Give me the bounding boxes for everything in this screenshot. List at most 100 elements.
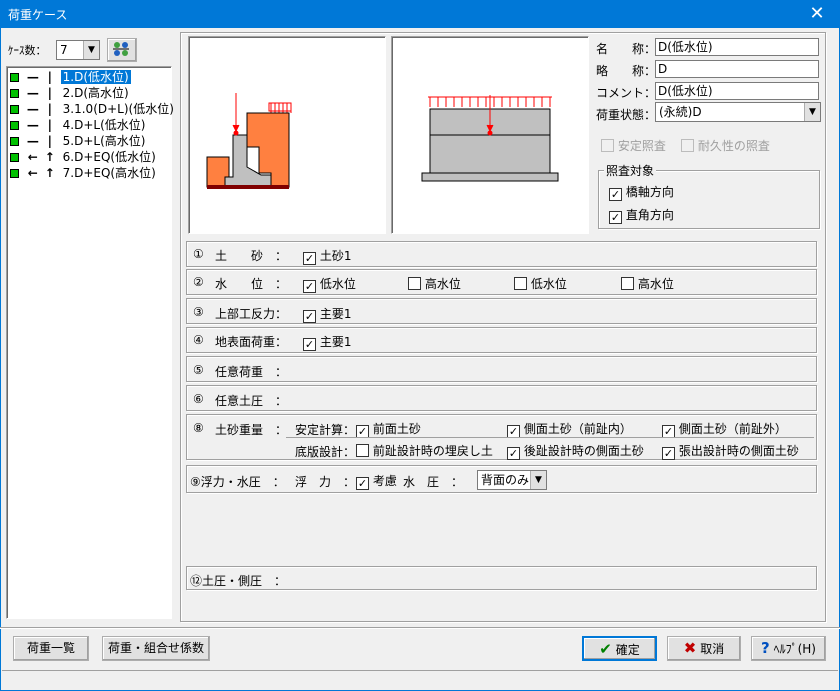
direction-icon: — [26, 70, 39, 84]
name-field[interactable]: D(低水位) [655, 38, 819, 56]
stability-check: 安定照査 [601, 137, 666, 154]
front-soil-check[interactable]: ✓ 前面土砂 [356, 420, 421, 438]
comment-field[interactable]: D(低水位) [655, 82, 819, 100]
divider [0, 627, 840, 629]
water-low2-check[interactable]: 低水位 [514, 275, 567, 292]
bridge-axis-check[interactable]: ✓ 橋軸方向 [609, 183, 674, 201]
checkbox[interactable] [621, 277, 634, 290]
water-low-check[interactable]: ✓ 低水位 [303, 275, 356, 293]
buoyancy-consider-check[interactable]: ✓ 考慮 [356, 472, 397, 490]
checkbox[interactable]: ✓ [609, 188, 622, 201]
water-high2-label: 高水位 [637, 277, 674, 291]
bridge-axis-label: 橋軸方向 [625, 185, 674, 199]
stability-label: 安定照査 [617, 139, 666, 153]
status-bar [2, 670, 838, 688]
case-list[interactable]: — | 1.D(低水位) — | 2.D(高水位) — | 3.1.0(D+L)(低水… [6, 66, 174, 619]
list-item[interactable]: — | 2.D(高水位) [10, 86, 131, 101]
confirm-label: 確定 [615, 643, 640, 657]
side-soil-outer-check[interactable]: ✓ 側面土砂（前趾外） [662, 420, 787, 438]
chevron-down-icon[interactable]: ▼ [804, 103, 820, 121]
checkbox[interactable]: ✓ [662, 447, 675, 460]
list-item[interactable]: — | 5.D+L(高水位) [10, 134, 147, 149]
list-item[interactable]: — | 4.D+L(低水位) [10, 118, 147, 133]
heel-side-soil-label: 後趾設計時の側面土砂 [523, 444, 644, 458]
case-label: 3.1.0(D+L)(低水位) [62, 102, 174, 116]
direction-icon: ← [27, 166, 38, 180]
row-number: ① [193, 247, 204, 261]
direction-icon: | [47, 86, 53, 100]
title-bar: 荷重ケース ✕ [0, 0, 840, 28]
help-label: ﾍﾙﾌﾟ(H) [773, 642, 816, 656]
case-label: 4.D+L(低水位) [62, 118, 146, 132]
backfill-check[interactable]: 前趾設計時の埋戻し土 [356, 442, 493, 459]
list-item[interactable]: — | 3.1.0(D+L)(低水位) [10, 102, 176, 117]
wall-lower [429, 134, 551, 174]
overhang-side-soil-label: 張出設計時の側面土砂 [678, 444, 799, 458]
side-soil-inner-check[interactable]: ✓ 側面土砂（前趾内） [507, 420, 632, 438]
checkbox[interactable]: ✓ [303, 338, 316, 351]
case-count-label: ｹｰｽ数： [8, 44, 47, 57]
water-low2-label: 低水位 [530, 277, 567, 291]
list-item[interactable]: — | 1.D(低水位) [10, 70, 131, 85]
checkbox[interactable] [356, 444, 369, 457]
abutment-front-view [421, 95, 559, 182]
reaction-main1-check[interactable]: ✓ 主要1 [303, 305, 351, 323]
confirm-button[interactable]: ✔ 確定 [582, 636, 657, 661]
soil-weight-label: 土砂重量 ： [215, 423, 288, 437]
load-list-button[interactable]: 荷重一覧 [13, 636, 89, 661]
soil1-label: 土砂1 [319, 249, 352, 263]
checkbox[interactable]: ✓ [356, 477, 369, 490]
perpendicular-check[interactable]: ✓ 直角方向 [609, 206, 674, 224]
reaction-arrow [232, 124, 240, 133]
list-item[interactable]: ← ↑ 6.D+EQ(低水位) [10, 150, 158, 165]
checkbox[interactable]: ✓ [303, 252, 316, 265]
checkbox[interactable] [408, 277, 421, 290]
case-count-select[interactable]: 7 ▼ [56, 40, 100, 60]
water-high-label: 高水位 [424, 277, 461, 291]
checkbox[interactable]: ✓ [609, 211, 622, 224]
slab-design-label: 底版設計： [295, 445, 356, 459]
abbr-label: 略 称： [596, 64, 657, 78]
water-pressure-label: 水 圧 ： [403, 475, 464, 489]
water-pressure-select[interactable]: 背面のみ ▼ [477, 470, 547, 490]
case-label: 5.D+L(高水位) [62, 134, 146, 148]
comment-label: コメント： [596, 86, 657, 100]
direction-icon: — [26, 86, 39, 100]
checkbox [681, 139, 694, 152]
water-label: 水 位 ： [215, 277, 288, 291]
help-button[interactable]: ? ﾍﾙﾌﾟ(H) [751, 636, 826, 661]
direction-icon: ↑ [44, 166, 55, 180]
checkbox[interactable]: ✓ [507, 447, 520, 460]
abbr-field[interactable]: D [655, 60, 819, 78]
soil1-check[interactable]: ✓ 土砂1 [303, 247, 351, 265]
heel-side-soil-check[interactable]: ✓ 後趾設計時の側面土砂 [507, 442, 644, 460]
case-settings-button[interactable] [107, 38, 137, 62]
load-state-select[interactable]: (永続)D ▼ [655, 102, 821, 122]
reaction-main1-label: 主要1 [319, 307, 352, 321]
side-soil-outer-label: 側面土砂（前趾外） [678, 422, 787, 436]
checkbox [601, 139, 614, 152]
chevron-down-icon[interactable]: ▼ [83, 41, 99, 59]
chevron-down-icon[interactable]: ▼ [530, 471, 546, 489]
abutment-side-view [206, 93, 292, 189]
help-icon: ? [761, 639, 770, 657]
water-high-check[interactable]: 高水位 [408, 275, 461, 292]
direction-icon: ↑ [44, 150, 55, 164]
checkbox[interactable]: ✓ [303, 310, 316, 323]
checkbox[interactable] [514, 277, 527, 290]
cancel-button[interactable]: ✖ 取消 [667, 636, 741, 661]
buoyancy-label: 浮 力 ： [295, 475, 356, 489]
water-high2-check[interactable]: 高水位 [621, 275, 674, 292]
close-icon[interactable]: ✕ [794, 0, 840, 28]
side-soil-inner-label: 側面土砂（前趾内） [523, 422, 632, 436]
buoyancy-consider-label: 考慮 [372, 474, 397, 488]
side-view-diagram [188, 36, 386, 234]
load-point [233, 130, 239, 136]
load-state-value: (永続)D [659, 105, 702, 119]
surface-main1-check[interactable]: ✓ 主要1 [303, 333, 351, 351]
combination-coefficient-button[interactable]: 荷重・組合せ係数 [102, 636, 210, 661]
row-number: ⑥ [193, 392, 204, 406]
overhang-side-soil-check[interactable]: ✓ 張出設計時の側面土砂 [662, 442, 799, 460]
list-item[interactable]: ← ↑ 7.D+EQ(高水位) [10, 166, 158, 181]
checkbox[interactable]: ✓ [303, 280, 316, 293]
